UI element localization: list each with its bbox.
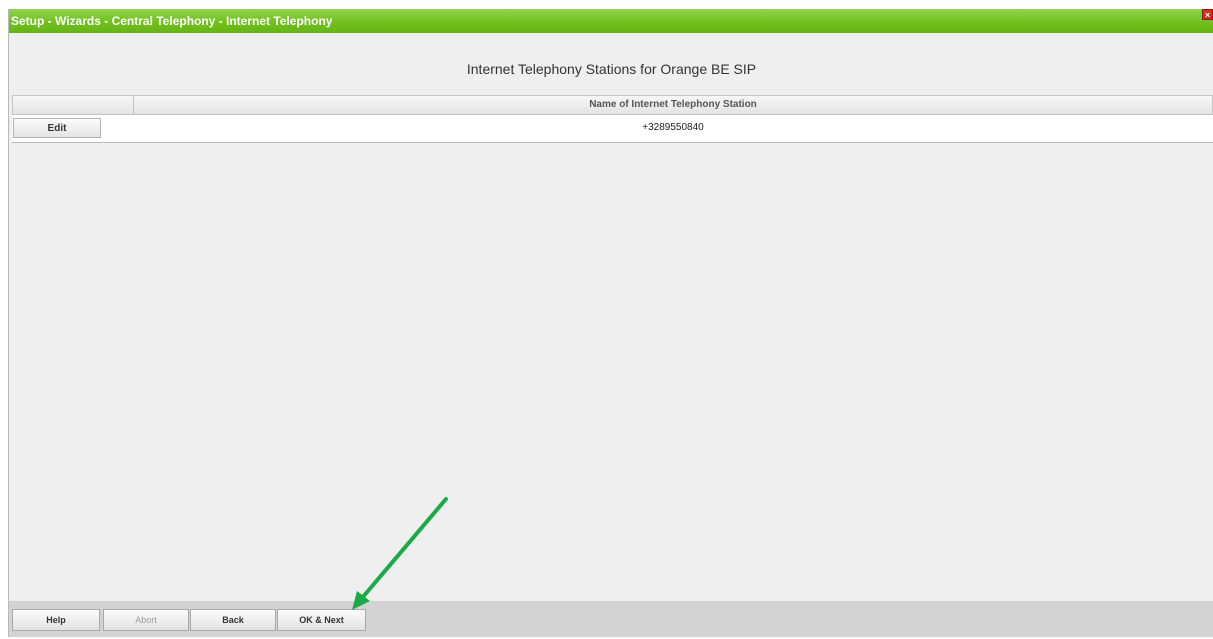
edit-button[interactable]: Edit <box>13 118 101 138</box>
window-title: Setup - Wizards - Central Telephony - In… <box>11 14 333 28</box>
table-header-name-column: Name of Internet Telephony Station <box>589 99 757 110</box>
table-header-action-column <box>13 96 134 114</box>
wizard-window: Setup - Wizards - Central Telephony - In… <box>8 9 1213 637</box>
station-name-cell: +3289550840 <box>642 122 704 133</box>
close-icon[interactable]: × <box>1202 9 1213 20</box>
stations-table: Name of Internet Telephony Station Edit … <box>12 95 1213 143</box>
back-button[interactable]: Back <box>190 609 276 631</box>
table-row: Edit +3289550840 <box>12 115 1213 143</box>
abort-button: Abort <box>103 609 189 631</box>
button-bar: Help Abort Back OK & Next <box>9 601 1213 637</box>
page-title: Internet Telephony Stations for Orange B… <box>466 61 757 77</box>
table-header: Name of Internet Telephony Station <box>12 95 1213 115</box>
help-button[interactable]: Help <box>12 609 100 631</box>
ok-next-button[interactable]: OK & Next <box>277 609 366 631</box>
title-bar: Setup - Wizards - Central Telephony - In… <box>9 9 1213 33</box>
